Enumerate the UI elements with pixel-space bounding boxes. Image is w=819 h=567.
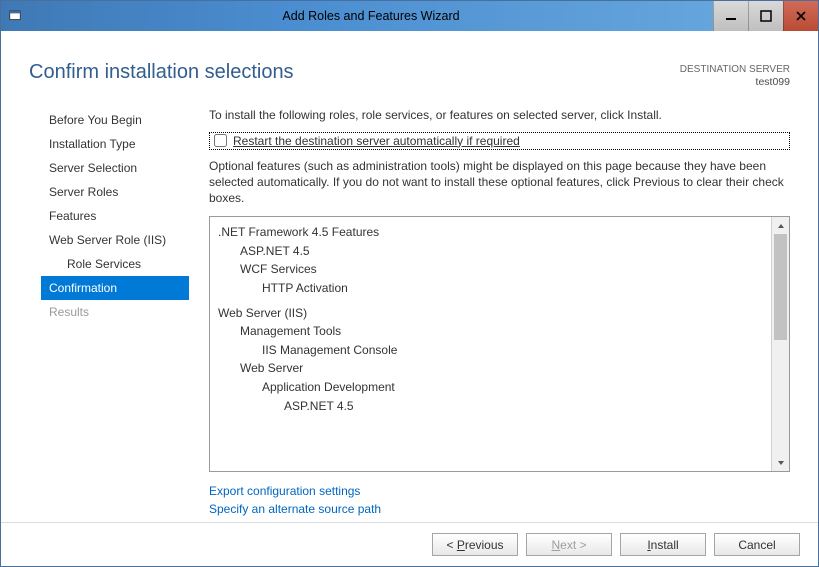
minimize-button[interactable] <box>713 1 748 31</box>
titlebar[interactable]: Add Roles and Features Wizard <box>1 1 818 31</box>
list-item: IIS Management Console <box>262 341 763 360</box>
sidebar-item-role-services[interactable]: Role Services <box>41 252 189 276</box>
export-configuration-link[interactable]: Export configuration settings <box>209 482 790 500</box>
list-item: .NET Framework 4.5 Features <box>218 223 763 242</box>
wizard-steps-sidebar: Before You Begin Installation Type Serve… <box>1 102 195 522</box>
wizard-window: Add Roles and Features Wizard Confirm in… <box>0 0 819 567</box>
sidebar-item-web-server-role[interactable]: Web Server Role (IIS) <box>41 228 189 252</box>
next-button: Next > <box>526 533 612 556</box>
list-item: Web Server <box>240 359 763 378</box>
sidebar-item-server-selection[interactable]: Server Selection <box>41 156 189 180</box>
restart-checkbox-label: Restart the destination server automatic… <box>233 134 520 148</box>
list-item: HTTP Activation <box>262 279 763 298</box>
scroll-up-button[interactable] <box>772 217 789 234</box>
destination-value: test099 <box>680 76 790 90</box>
install-button[interactable]: Install <box>620 533 706 556</box>
list-item: ASP.NET 4.5 <box>240 242 763 261</box>
list-item: Web Server (IIS) <box>218 304 763 323</box>
page-title: Confirm installation selections <box>29 61 294 84</box>
app-icon <box>1 1 29 31</box>
scrollbar[interactable] <box>771 217 789 471</box>
destination-label: DESTINATION SERVER <box>680 63 790 76</box>
restart-checkbox[interactable] <box>214 134 227 147</box>
sidebar-item-installation-type[interactable]: Installation Type <box>41 132 189 156</box>
instruction-text: To install the following roles, role ser… <box>209 108 790 122</box>
list-item: Management Tools <box>240 322 763 341</box>
sidebar-item-server-roles[interactable]: Server Roles <box>41 180 189 204</box>
scroll-down-button[interactable] <box>772 454 789 471</box>
sidebar-item-confirmation[interactable]: Confirmation <box>41 276 189 300</box>
destination-server-block: DESTINATION SERVER test099 <box>680 61 790 90</box>
sidebar-item-before-you-begin[interactable]: Before You Begin <box>41 108 189 132</box>
sidebar-item-features[interactable]: Features <box>41 204 189 228</box>
previous-button[interactable]: < Previous <box>432 533 518 556</box>
window-title: Add Roles and Features Wizard <box>29 1 713 31</box>
wizard-footer: < Previous Next > Install Cancel <box>1 522 818 566</box>
specify-source-path-link[interactable]: Specify an alternate source path <box>209 500 790 518</box>
restart-checkbox-row[interactable]: Restart the destination server automatic… <box>209 132 790 150</box>
cancel-button[interactable]: Cancel <box>714 533 800 556</box>
list-item: WCF Services <box>240 260 763 279</box>
selections-listbox[interactable]: .NET Framework 4.5 Features ASP.NET 4.5 … <box>209 216 790 472</box>
maximize-button[interactable] <box>748 1 783 31</box>
close-button[interactable] <box>783 1 818 31</box>
list-item: ASP.NET 4.5 <box>284 397 763 416</box>
scroll-track[interactable] <box>772 234 789 454</box>
sidebar-item-results: Results <box>41 300 189 324</box>
list-item: Application Development <box>262 378 763 397</box>
optional-features-note: Optional features (such as administratio… <box>209 158 790 207</box>
scroll-thumb[interactable] <box>774 234 787 340</box>
